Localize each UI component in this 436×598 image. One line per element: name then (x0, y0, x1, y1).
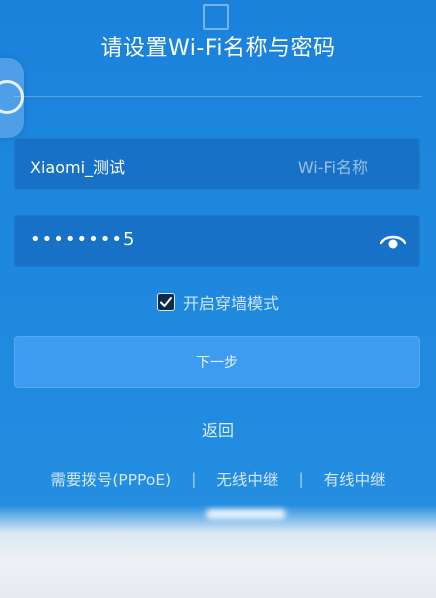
floating-assistive-icon[interactable] (0, 58, 24, 138)
back-link[interactable]: 返回 (0, 417, 436, 441)
separator: | (191, 470, 197, 488)
ssid-input[interactable]: Xiaomi_测试 Wi-Fi名称 (14, 138, 420, 190)
setup-screen: 请设置Wi-Fi名称与密码 Xiaomi_测试 Wi-Fi名称 ••••••••… (0, 0, 436, 598)
ssid-value: Xiaomi_测试 (30, 158, 126, 177)
next-button[interactable]: 下一步 (14, 336, 420, 388)
bottom-overlay (0, 505, 436, 598)
wired-relay-link[interactable]: 有线中继 (324, 468, 386, 490)
wall-mode-label: 开启穿墙模式 (182, 294, 279, 313)
page-title: 请设置Wi-Fi名称与密码 (100, 36, 336, 61)
title-divider (14, 96, 422, 97)
eye-icon[interactable] (380, 232, 406, 250)
password-input[interactable]: ••••••••5 (14, 215, 420, 267)
bottom-links: 需要拨号(PPPoE) | 无线中继 | 有线中继 (0, 468, 436, 490)
checkmark-icon (159, 297, 172, 307)
wall-mode-checkbox[interactable] (156, 293, 175, 311)
separator: | (298, 470, 304, 488)
pppoe-link[interactable]: 需要拨号(PPPoE) (50, 468, 171, 490)
wall-mode-row[interactable]: 开启穿墙模式 (0, 290, 436, 314)
wireless-relay-link[interactable]: 无线中继 (216, 468, 278, 490)
password-value: ••••••••5 (30, 229, 136, 250)
ssid-placeholder: Wi-Fi名称 (297, 158, 368, 177)
top-square-icon (203, 4, 229, 30)
